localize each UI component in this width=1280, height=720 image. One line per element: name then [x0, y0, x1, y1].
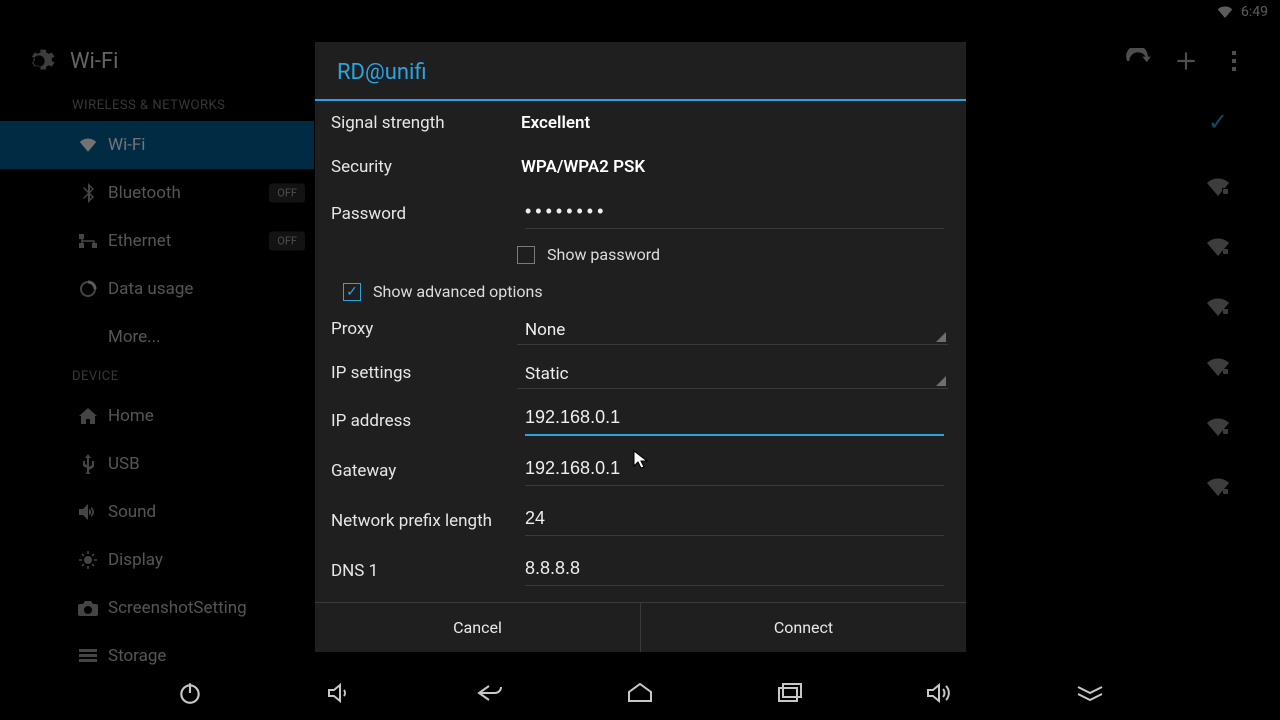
settings-sidebar: WIRELESS & NETWORKS Wi-Fi Bluetooth OFF …: [0, 90, 315, 660]
sidebar-label: Wi-Fi: [108, 135, 145, 155]
signal-value: Excellent: [517, 113, 948, 133]
sidebar-label: USB: [108, 454, 140, 474]
wifi-lock-icon: [1206, 178, 1230, 196]
sidebar-label: More...: [108, 327, 161, 347]
ip-label: IP address: [331, 411, 517, 431]
show-password-row[interactable]: Show password: [331, 239, 948, 270]
sidebar-item-bluetooth[interactable]: Bluetooth OFF: [0, 169, 315, 217]
wifi-status-icon: [1217, 6, 1233, 18]
prefix-input[interactable]: [525, 506, 944, 536]
prefix-label: Network prefix length: [331, 511, 517, 531]
power-button[interactable]: [170, 673, 210, 713]
security-label: Security: [331, 157, 517, 177]
refresh-button[interactable]: [1114, 37, 1162, 85]
password-input[interactable]: [525, 199, 944, 229]
ipsettings-spinner[interactable]: Static: [517, 358, 948, 389]
wifi-lock-icon: [1206, 478, 1230, 496]
row-security: Security WPA/WPA2 PSK: [331, 145, 948, 189]
volume-up-button[interactable]: [920, 673, 960, 713]
sidebar-label: Ethernet: [108, 231, 171, 251]
ipsettings-label: IP settings: [331, 363, 517, 383]
row-password: Password: [331, 189, 948, 239]
show-password-label: Show password: [547, 245, 660, 264]
dialog-title: RD@unifi: [315, 42, 966, 99]
wifi-lock-icon: [1206, 358, 1230, 376]
row-ipsettings: IP settings Static: [331, 351, 948, 395]
settings-gear-icon: [22, 44, 56, 78]
sound-icon: [78, 504, 98, 520]
storage-icon: [78, 649, 98, 663]
checkmark-icon: ✓: [1208, 108, 1228, 136]
checkbox-checked-icon: ✓: [343, 283, 361, 301]
cancel-button[interactable]: Cancel: [315, 603, 640, 652]
bluetooth-icon: [78, 183, 98, 203]
gateway-input[interactable]: [525, 456, 944, 486]
show-advanced-row[interactable]: ✓ Show advanced options: [331, 276, 948, 307]
camera-icon: [78, 601, 98, 616]
display-icon: [78, 551, 98, 569]
row-gateway: Gateway: [331, 446, 948, 496]
wifi-icon: [78, 138, 98, 152]
back-button[interactable]: [470, 673, 510, 713]
security-value: WPA/WPA2 PSK: [517, 157, 948, 177]
sidebar-label: Bluetooth: [108, 183, 181, 203]
ethernet-icon: [78, 234, 98, 248]
sidebar-item-ethernet[interactable]: Ethernet OFF: [0, 217, 315, 265]
show-advanced-label: Show advanced options: [373, 282, 543, 301]
gateway-label: Gateway: [331, 461, 517, 481]
sidebar-label: Data usage: [108, 279, 193, 299]
sidebar-label: ScreenshotSetting: [108, 598, 247, 618]
volume-down-button[interactable]: [320, 673, 360, 713]
sidebar-label: Sound: [108, 502, 156, 522]
expand-button[interactable]: [1070, 673, 1110, 713]
checkbox-icon: [517, 246, 535, 264]
sidebar-item-display[interactable]: Display: [0, 536, 315, 584]
sidebar-item-wifi[interactable]: Wi-Fi: [0, 121, 315, 169]
sidebar-item-datausage[interactable]: Data usage: [0, 265, 315, 313]
proxy-label: Proxy: [331, 319, 517, 339]
home-icon: [78, 408, 98, 424]
overflow-menu-button[interactable]: [1210, 37, 1258, 85]
section-device: DEVICE: [0, 361, 315, 392]
row-proxy: Proxy None: [331, 307, 948, 351]
clock: 6:49: [1241, 4, 1268, 20]
sidebar-label: Storage: [108, 646, 166, 666]
status-bar: 6:49: [0, 0, 1280, 24]
sidebar-item-more[interactable]: More...: [0, 313, 315, 361]
usb-icon: [78, 454, 98, 474]
sidebar-label: Display: [108, 550, 163, 570]
sidebar-item-usb[interactable]: USB: [0, 440, 315, 488]
wifi-config-dialog: RD@unifi Signal strength Excellent Secur…: [315, 42, 966, 652]
dns1-label: DNS 1: [331, 561, 517, 581]
add-network-button[interactable]: [1162, 37, 1210, 85]
page-title: Wi-Fi: [70, 49, 118, 74]
row-prefix: Network prefix length: [331, 496, 948, 546]
row-signal: Signal strength Excellent: [331, 101, 948, 145]
off-badge: OFF: [269, 184, 305, 203]
system-navbar: [0, 666, 1280, 720]
row-dns1: DNS 1: [331, 546, 948, 596]
dns1-input[interactable]: [525, 556, 944, 586]
home-button[interactable]: [620, 673, 660, 713]
signal-label: Signal strength: [331, 113, 517, 133]
off-badge: OFF: [269, 232, 305, 251]
sidebar-item-screenshot[interactable]: ScreenshotSetting: [0, 584, 315, 632]
wifi-lock-icon: [1206, 418, 1230, 436]
sidebar-item-home[interactable]: Home: [0, 392, 315, 440]
dialog-footer: Cancel Connect: [315, 602, 966, 652]
sidebar-label: Home: [108, 406, 154, 426]
ip-input[interactable]: [525, 405, 944, 436]
data-usage-icon: [78, 280, 98, 298]
wifi-lock-icon: [1206, 298, 1230, 316]
proxy-spinner[interactable]: None: [517, 314, 948, 345]
connect-button[interactable]: Connect: [641, 603, 966, 652]
network-list-icons: ✓: [1206, 108, 1230, 496]
wifi-lock-icon: [1206, 238, 1230, 256]
recents-button[interactable]: [770, 673, 810, 713]
password-label: Password: [331, 204, 517, 224]
row-ip: IP address: [331, 395, 948, 446]
section-wireless: WIRELESS & NETWORKS: [0, 90, 315, 121]
sidebar-item-sound[interactable]: Sound: [0, 488, 315, 536]
